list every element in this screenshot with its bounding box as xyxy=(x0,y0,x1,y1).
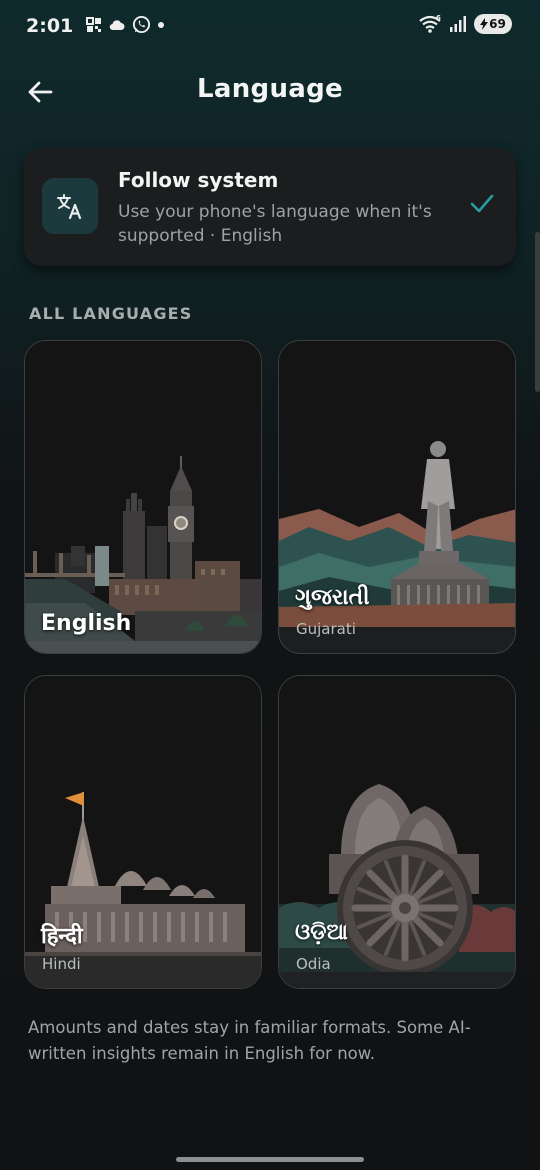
home-indicator[interactable] xyxy=(176,1157,364,1162)
svg-text:6: 6 xyxy=(436,14,441,22)
language-name-odia: ଓଡ଼ିଆ xyxy=(295,920,348,945)
translate-badge xyxy=(42,178,98,234)
check-icon xyxy=(470,194,494,213)
follow-system-option[interactable]: Follow system Use your phone's language … xyxy=(24,148,516,266)
language-tile-hindi[interactable]: हिन्दी Hindi xyxy=(24,675,262,989)
language-tile-gujarati[interactable]: ગુજરાતી Gujarati xyxy=(278,340,516,654)
language-name-english: English xyxy=(41,611,132,636)
language-subtitle-hindi: Hindi xyxy=(42,955,81,973)
status-right-icons: 6 69 xyxy=(418,14,512,34)
follow-system-title: Follow system xyxy=(118,168,279,192)
language-name-gujarati: ગુજરાતી xyxy=(295,585,370,610)
cloud-icon xyxy=(109,19,125,30)
page-title: Language xyxy=(197,74,343,104)
signal-icon xyxy=(450,16,466,32)
london-skyline-illustration xyxy=(25,341,261,653)
grid-qr-icon xyxy=(86,16,101,32)
translate-icon xyxy=(57,194,82,220)
language-tile-odia[interactable]: ଓଡ଼ିଆ Odia xyxy=(278,675,516,989)
status-time: 2:01 xyxy=(26,15,74,37)
notification-dot xyxy=(158,21,164,28)
section-header-all-languages: ALL LANGUAGES xyxy=(29,304,193,323)
language-name-hindi: हिन्दी xyxy=(41,924,83,949)
follow-system-subtitle: Use your phone's language when it's supp… xyxy=(118,202,432,246)
battery-level: 69 xyxy=(489,17,506,31)
scrollbar-thumb[interactable] xyxy=(535,232,540,392)
language-tile-english[interactable]: English xyxy=(24,340,262,654)
language-subtitle-gujarati: Gujarati xyxy=(296,620,356,638)
footer-note: Amounts and dates stay in familiar forma… xyxy=(28,1018,471,1063)
charging-bolt-icon xyxy=(480,18,489,30)
wifi-6-icon: 6 xyxy=(419,14,441,33)
battery-icon: 69 xyxy=(474,14,512,34)
language-subtitle-odia: Odia xyxy=(296,955,331,973)
status-left-icons xyxy=(86,15,164,34)
status-bar: 2:01 6 69 xyxy=(0,0,540,56)
whatsapp-icon xyxy=(132,15,151,34)
